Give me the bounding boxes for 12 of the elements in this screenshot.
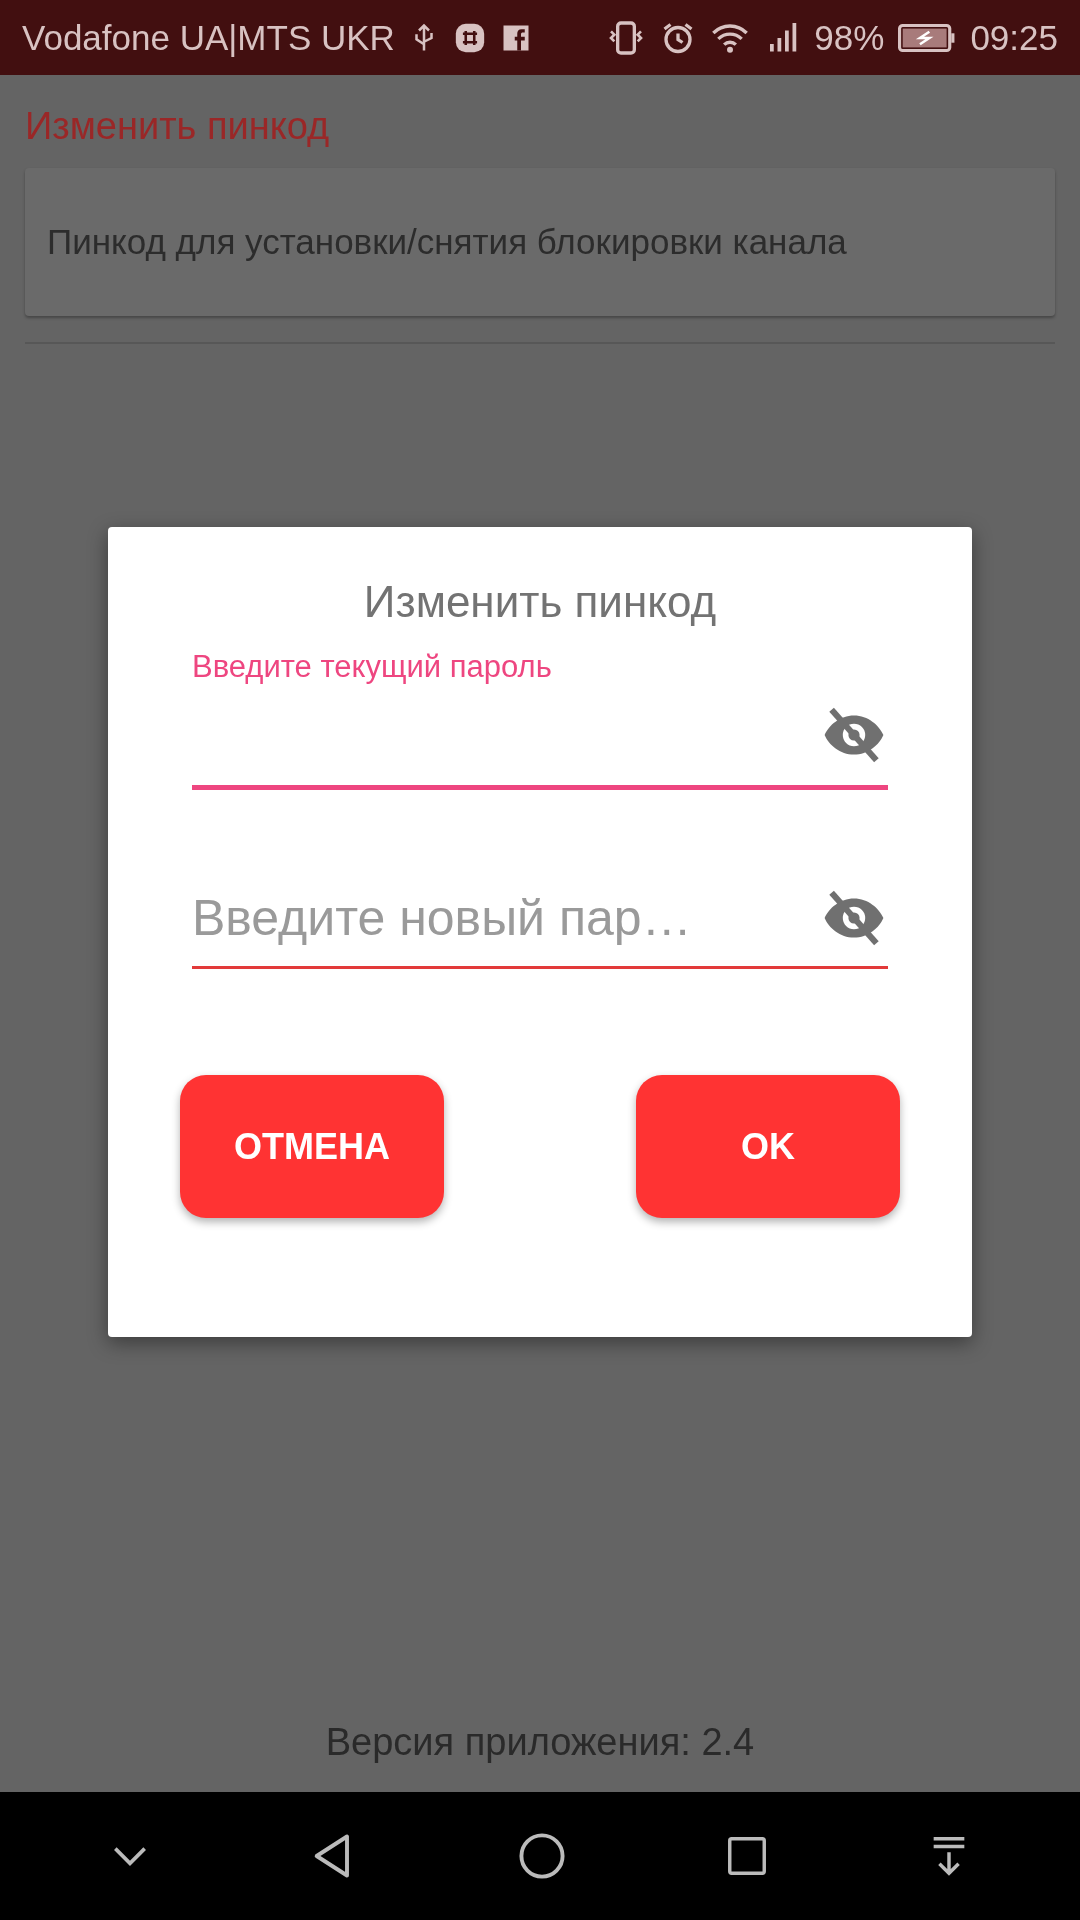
cancel-button[interactable]: ОТМЕНА	[180, 1075, 444, 1218]
password-field[interactable]: Введите новый пар…	[192, 870, 888, 969]
clock-time: 09:25	[970, 17, 1058, 58]
app-version: Версия приложения: 2.4	[324, 1721, 756, 1765]
password-field[interactable]: Введите текущий пароль	[192, 649, 888, 790]
carrier-name: Vodafone UA|MTS UKR	[22, 17, 395, 58]
section-title: Изменить пинкод	[25, 105, 331, 148]
ok-button[interactable]: OK	[636, 1075, 900, 1218]
battery-charging-icon	[898, 21, 957, 54]
pin-setting-item[interactable]: Пинкод для установки/снятия блокировки канала	[25, 168, 1055, 316]
battery-percent: 98%	[814, 17, 885, 58]
dialog-title: Изменить пинкод	[362, 577, 718, 627]
